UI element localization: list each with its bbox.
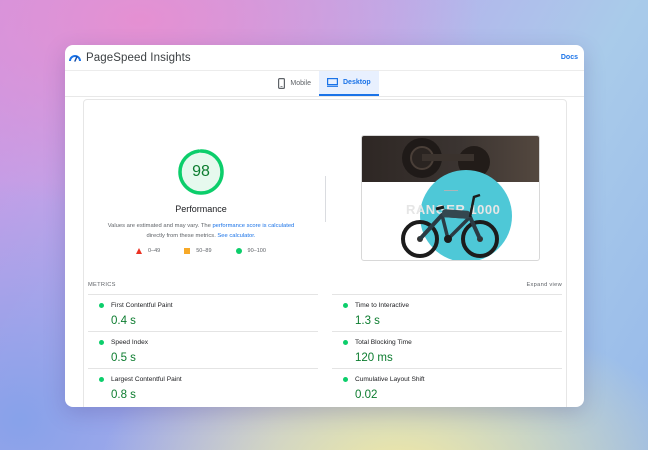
- page-screenshot: RANGER 1000: [361, 135, 540, 261]
- tab-mobile[interactable]: Mobile: [270, 71, 319, 96]
- pass-circle-icon: [99, 340, 104, 345]
- docs-link[interactable]: Docs: [561, 54, 578, 61]
- legend-good: 90–100: [235, 248, 266, 254]
- performance-note: Values are estimated and may vary. The p…: [98, 221, 304, 241]
- metric-value: 0.8 s: [111, 389, 136, 401]
- metric-value: 0.5 s: [111, 352, 136, 364]
- metric-value: 0.4 s: [111, 315, 136, 327]
- pass-circle-icon: [343, 340, 348, 345]
- metric-value: 1.3 s: [355, 315, 380, 327]
- legend-average: 50–89: [184, 248, 212, 254]
- note-text-2: directly from these metrics.: [146, 233, 218, 240]
- brand[interactable]: PageSpeed Insights: [69, 52, 191, 64]
- metrics-header: METRICS Expand view: [88, 282, 562, 288]
- metric-label: First Contentful Paint: [111, 302, 173, 309]
- mobile-phone-icon: [278, 78, 286, 89]
- device-tabs: Mobile Desktop: [65, 71, 584, 97]
- top-bar: PageSpeed Insights Docs: [65, 45, 584, 71]
- pass-circle-icon: [343, 303, 348, 308]
- expand-view-toggle[interactable]: Expand view: [526, 282, 562, 288]
- vertical-divider: [325, 176, 326, 222]
- metric-label: Largest Contentful Paint: [111, 376, 182, 383]
- pagespeed-window: PageSpeed Insights Docs Mobile Desktop 9…: [65, 45, 584, 407]
- calculator-link[interactable]: See calculator.: [217, 233, 255, 239]
- tab-desktop[interactable]: Desktop: [319, 71, 379, 96]
- metric-label: Total Blocking Time: [355, 339, 412, 346]
- legend-poor-range: 0–49: [148, 248, 161, 254]
- pass-circle-icon: [343, 377, 348, 382]
- note-text-1: Values are estimated and may vary. The: [107, 223, 213, 229]
- performance-title: Performance: [175, 204, 227, 214]
- score-calculation-link[interactable]: performance score is calculated: [212, 223, 294, 229]
- score-legend: 0–49 50–89 90–100: [136, 248, 266, 254]
- metric-label: Cumulative Layout Shift: [355, 376, 425, 383]
- legend-good-range: 90–100: [247, 248, 266, 254]
- metric-time-to-interactive: Time to Interactive 1.3 s: [332, 294, 562, 331]
- metric-label: Speed Index: [111, 339, 149, 346]
- tab-mobile-label: Mobile: [290, 80, 311, 87]
- average-square-icon: [184, 248, 191, 254]
- pass-circle-icon: [235, 248, 242, 254]
- metric-label: Time to Interactive: [355, 302, 409, 309]
- metric-cumulative-layout-shift: Cumulative Layout Shift 0.02: [332, 368, 562, 405]
- legend-average-range: 50–89: [196, 248, 212, 254]
- metric-largest-contentful-paint: Largest Contentful Paint 0.8 s: [88, 368, 318, 405]
- metric-first-contentful-paint: First Contentful Paint 0.4 s: [88, 294, 318, 331]
- metric-value: 0.02: [355, 389, 378, 401]
- app-title: PageSpeed Insights: [86, 51, 191, 64]
- pass-circle-icon: [99, 377, 104, 382]
- metric-value: 120 ms: [355, 352, 393, 364]
- metric-speed-index: Speed Index 0.5 s: [88, 331, 318, 368]
- legend-poor: 0–49: [136, 248, 160, 254]
- metrics-heading: METRICS: [88, 282, 116, 288]
- pass-circle-icon: [99, 303, 104, 308]
- ebike-image: [401, 193, 499, 258]
- report-card: 98 Performance Values are estimated and …: [83, 99, 567, 407]
- performance-score: 98: [192, 163, 210, 180]
- performance-summary: 98 Performance Values are estimated and …: [84, 100, 324, 276]
- desktop-monitor-icon: [327, 78, 338, 87]
- pagespeed-logo-icon: [69, 54, 81, 62]
- fail-triangle-icon: [136, 248, 142, 254]
- metric-total-blocking-time: Total Blocking Time 120 ms: [332, 331, 562, 368]
- tab-desktop-label: Desktop: [343, 79, 371, 86]
